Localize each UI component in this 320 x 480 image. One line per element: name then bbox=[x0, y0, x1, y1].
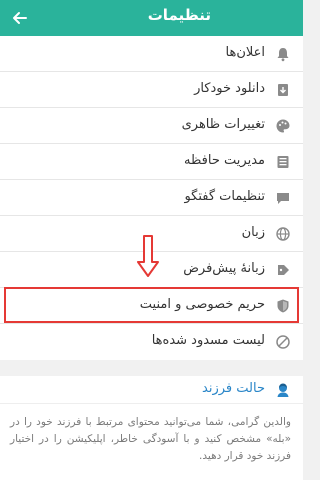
menu-item-label: مدیریت حافظه bbox=[184, 153, 265, 168]
app-header: تنظیمات bbox=[0, 0, 303, 36]
down-arrow-annotation bbox=[137, 235, 159, 277]
page-title: تنظیمات bbox=[147, 6, 211, 24]
menu-item-auto-download[interactable]: دانلود خودکار bbox=[0, 72, 303, 108]
menu-item-label: زبان bbox=[241, 225, 265, 240]
menu-item-label: اعلان‌ها bbox=[225, 45, 266, 60]
menu-item-chat-settings[interactable]: تنظیمات گفتگو bbox=[0, 180, 303, 216]
menu-item-label: تغییرات ظاهری bbox=[181, 117, 265, 132]
tag-icon bbox=[275, 262, 291, 278]
kid-mode-header[interactable]: حالت فرزند bbox=[0, 376, 303, 404]
back-button[interactable] bbox=[8, 6, 32, 30]
shield-icon bbox=[275, 298, 291, 314]
chat-icon bbox=[275, 190, 291, 206]
block-icon bbox=[275, 334, 291, 350]
bell-icon bbox=[275, 46, 291, 62]
menu-item-label: حریم خصوصی و امنیت bbox=[139, 297, 265, 312]
menu-item-label: زبانهٔ پیش‌فرض bbox=[183, 261, 265, 276]
settings-menu: اعلان‌ها دانلود خودکار تغییرات ظاهری مدی… bbox=[0, 36, 303, 360]
menu-item-blocked-list[interactable]: لیست مسدود شده‌ها bbox=[0, 324, 303, 360]
arrow-left-icon bbox=[13, 12, 27, 24]
menu-item-appearance[interactable]: تغییرات ظاهری bbox=[0, 108, 303, 144]
menu-item-label: لیست مسدود شده‌ها bbox=[151, 333, 265, 348]
download-icon bbox=[275, 82, 291, 98]
kid-mode-section: حالت فرزند والدین گرامی، شما می‌توانید م… bbox=[0, 376, 303, 480]
menu-item-storage[interactable]: مدیریت حافظه bbox=[0, 144, 303, 180]
kid-icon bbox=[275, 382, 291, 398]
menu-item-label: دانلود خودکار bbox=[194, 81, 265, 96]
menu-item-notifications[interactable]: اعلان‌ها bbox=[0, 36, 303, 72]
kid-mode-description: والدین گرامی، شما می‌توانید محتوای مرتبط… bbox=[10, 416, 291, 462]
menu-item-privacy-security[interactable]: حریم خصوصی و امنیت bbox=[0, 288, 303, 324]
storage-icon bbox=[275, 154, 291, 170]
kid-mode-title: حالت فرزند bbox=[202, 381, 265, 396]
globe-icon bbox=[275, 226, 291, 242]
menu-item-label: تنظیمات گفتگو bbox=[184, 189, 265, 204]
palette-icon bbox=[275, 118, 291, 134]
